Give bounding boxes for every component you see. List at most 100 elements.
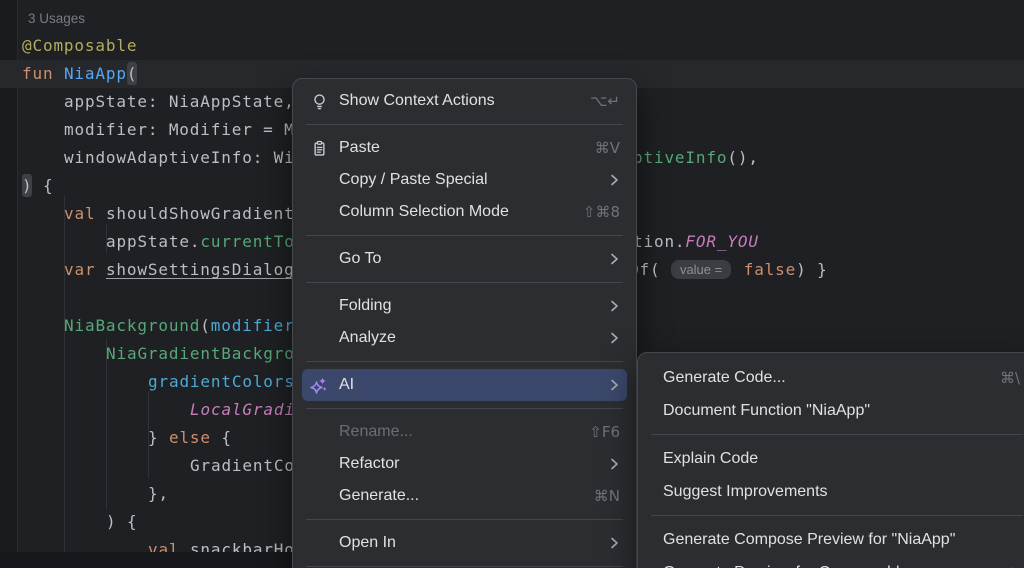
menu-item-ai[interactable]: AI	[302, 369, 627, 401]
code-token: FOR_YOU	[685, 232, 758, 251]
menu-item-refactor[interactable]: Refactor	[293, 448, 636, 480]
menu-item-explain-code[interactable]: Explain Code	[638, 442, 1024, 475]
code-token: {	[32, 176, 53, 195]
code-line[interactable]: tion.FOR_YOU	[633, 228, 759, 256]
menu-shortcut: ⌘N	[594, 487, 620, 505]
chevron-right-icon	[610, 331, 619, 345]
code-line[interactable]: 3 Usages	[28, 4, 85, 32]
code-line[interactable]: gradientColors	[148, 368, 295, 396]
menu-shortcut: ⌘V	[595, 139, 620, 157]
inlay-hint-chip: value =	[671, 260, 731, 279]
code-token: false	[744, 260, 796, 279]
menu-item-label: Generate Code...	[663, 369, 786, 387]
ai-sparkles-icon	[310, 376, 328, 394]
code-line[interactable]: Of( value = false) }	[629, 256, 828, 284]
menu-separator	[651, 434, 1023, 435]
code-line[interactable]: ptiveInfo(),	[633, 144, 759, 172]
code-token: showSettingsDialog	[106, 260, 295, 279]
menu-item-generate-preview-for-composable[interactable]: Generate Preview for Composable	[638, 556, 1024, 568]
code-token: ) {	[106, 512, 137, 531]
code-token: var	[64, 260, 106, 279]
code-token: },	[148, 484, 169, 503]
code-line[interactable]: modifier: Modifier = Mo	[64, 116, 305, 144]
code-line[interactable]: appState: NiaAppState,	[64, 88, 295, 116]
code-line[interactable]: var showSettingsDialog	[64, 256, 295, 284]
code-token: (	[200, 316, 210, 335]
menu-item-generate[interactable]: Generate... ⌘N	[293, 480, 636, 512]
lightbulb-icon	[310, 92, 328, 110]
code-token: (	[127, 64, 137, 83]
menu-item-label: Copy / Paste Special	[339, 171, 488, 189]
code-token: gradientColors	[148, 372, 295, 391]
code-token: appState: NiaAppState,	[64, 92, 295, 111]
menu-item-open-in[interactable]: Open In	[293, 527, 636, 559]
menu-separator	[306, 235, 623, 236]
code-line[interactable]: } else {	[148, 424, 232, 452]
code-token: GradientCol	[190, 456, 305, 475]
code-line[interactable]: ) {	[22, 172, 53, 200]
menu-shortcut: ⌥↵	[590, 92, 620, 110]
menu-separator	[306, 282, 623, 283]
menu-item-generate-compose-preview-for-niaapp[interactable]: Generate Compose Preview for "NiaApp"	[638, 523, 1024, 556]
code-token: NiaGradientBackgrou	[106, 344, 305, 363]
menu-item-label: AI	[339, 376, 354, 394]
menu-item-folding[interactable]: Folding	[293, 290, 636, 322]
menu-separator	[306, 519, 623, 520]
code-token: LocalGradie	[190, 400, 305, 419]
menu-item-label: Document Function "NiaApp"	[663, 402, 870, 420]
menu-item-label: Rename...	[339, 423, 413, 441]
code-token: 3 Usages	[28, 11, 85, 26]
code-token: NiaApp	[64, 64, 127, 83]
code-line[interactable]: @Composable	[22, 32, 137, 60]
menu-item-suggest-improvements[interactable]: Suggest Improvements	[638, 475, 1024, 508]
menu-item-column-selection-mode[interactable]: Column Selection Mode⇧⌘8	[293, 196, 636, 228]
menu-item-label: Show Context Actions	[339, 92, 495, 110]
ide-editor-screen: 3 Usages @Composable fun NiaApp( appState: …	[0, 0, 1024, 568]
code-line[interactable]: fun NiaApp(	[22, 60, 137, 88]
code-line[interactable]: GradientCol	[190, 452, 305, 480]
code-line[interactable]: val shouldShowGradientB	[64, 200, 305, 228]
code-line[interactable]: NiaGradientBackgrou	[106, 340, 305, 368]
menu-item-label: Folding	[339, 297, 391, 315]
menu-item-label: Analyze	[339, 329, 396, 347]
chevron-right-icon	[610, 299, 619, 313]
menu-item-analyze[interactable]: Analyze	[293, 322, 636, 354]
menu-item-go-to[interactable]: Go To	[293, 243, 636, 275]
code-token: shouldShowGradientB	[106, 204, 305, 223]
code-line[interactable]: windowAdaptiveInfo: Win	[64, 144, 305, 172]
code-token: (),	[727, 148, 758, 167]
menu-separator	[306, 408, 623, 409]
code-token: val	[64, 204, 106, 223]
code-line[interactable]: NiaBackground(modifier	[64, 312, 295, 340]
menu-item-label: Paste	[339, 139, 380, 157]
menu-item-label: Generate...	[339, 487, 419, 505]
code-line[interactable]: ) {	[106, 508, 137, 536]
menu-item-label: Explain Code	[663, 450, 758, 468]
code-token: NiaBackground	[64, 316, 200, 335]
menu-item-generate-code[interactable]: Generate Code... ⌘\	[638, 361, 1024, 394]
code-line[interactable]: appState.currentTop	[106, 228, 305, 256]
menu-item-paste[interactable]: Paste ⌘V	[293, 132, 636, 164]
code-token: modifier: Modifier = Mo	[64, 120, 305, 139]
code-token: ptiveInfo	[633, 148, 727, 167]
menu-item-show-context-actions[interactable]: Show Context Actions ⌥↵	[293, 85, 636, 117]
menu-item-document-function-niaapp[interactable]: Document Function "NiaApp"	[638, 394, 1024, 427]
chevron-right-icon	[610, 378, 619, 392]
menu-item-copy-paste-special[interactable]: Copy / Paste Special	[293, 164, 636, 196]
menu-separator	[651, 515, 1023, 516]
menu-shortcut: ⌘\	[1000, 369, 1020, 387]
code-token: }	[148, 428, 169, 447]
menu-item-label: Go To	[339, 250, 381, 268]
menu-item-label: Refactor	[339, 455, 399, 473]
ai-submenu: Generate Code... ⌘\ Document Function "Nia…	[637, 352, 1024, 568]
menu-separator	[306, 124, 623, 125]
chevron-right-icon	[610, 173, 619, 187]
code-token: appState.	[106, 232, 200, 251]
code-token: )	[22, 176, 32, 195]
code-token: windowAdaptiveInfo: Win	[64, 148, 305, 167]
menu-separator	[306, 566, 623, 567]
code-line[interactable]: },	[148, 480, 169, 508]
chevron-right-icon	[610, 252, 619, 266]
code-line[interactable]: LocalGradie	[190, 396, 305, 424]
code-token: @Composable	[22, 36, 137, 55]
